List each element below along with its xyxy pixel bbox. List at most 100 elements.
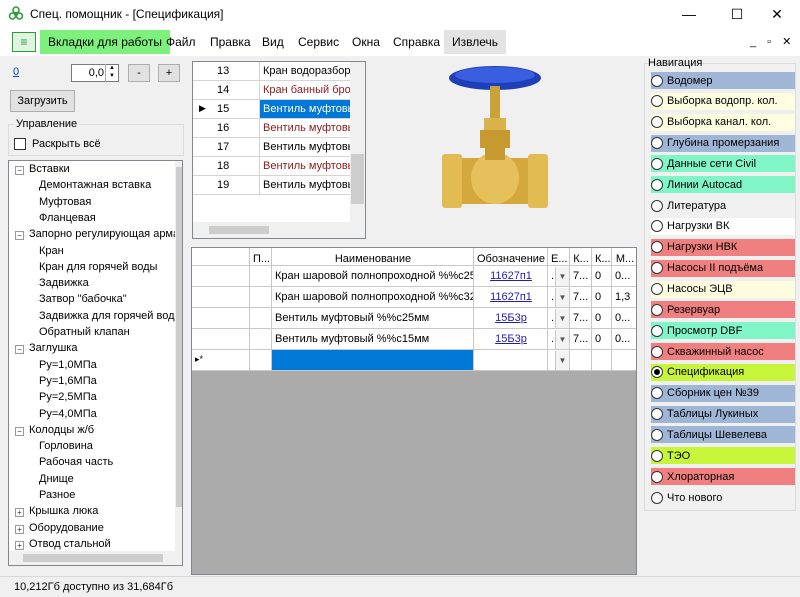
zero-link[interactable]: 0 [13,66,19,78]
grid-row-header[interactable] [192,329,250,350]
grid-column-header[interactable]: Обозначение [474,248,548,266]
item-list-grid[interactable]: 13 Кран водоразборный 14 Кран банный бронзо… [192,61,366,239]
grid-cell-code-link[interactable]: 11627п1 [474,266,548,287]
list-row[interactable]: 19 Вентиль муфтовый [193,176,351,195]
mdi-window-controls[interactable]: _ ▫ ✕ [750,35,795,48]
expand-all-label[interactable]: Раскрыть всё [32,138,101,150]
menu-view[interactable]: Вид [262,30,284,54]
catalog-tree[interactable]: − Вставки Демонтажная вставка Муфтовая Фланц… [8,160,183,566]
numeric-spinner[interactable]: ▲ ▼ [105,64,118,82]
grid-cell-code-link[interactable]: 11627п1 [474,287,548,308]
nav-item[interactable]: Нагрузки НВК [651,238,795,256]
row-name[interactable]: Вентиль муфтовый [259,157,351,175]
row-name[interactable]: Вентиль муфтовый [259,176,351,194]
grid-cell-name[interactable]: Вентиль муфтовый %%с15мм [272,329,474,350]
nav-radio[interactable] [651,283,663,295]
chevron-down-icon[interactable]: ▼ [555,330,569,349]
list-row[interactable]: 18 Вентиль муфтовый [193,157,351,176]
specification-grid[interactable]: П... Наименование Обозначение Е... К... К... М… [191,247,637,575]
nav-item[interactable]: Выборка канал. кол. [651,113,795,131]
load-button[interactable]: Загрузить [10,90,75,112]
tree-node[interactable]: Кран [39,245,64,257]
tree-node[interactable]: Отвод стальной [29,538,111,550]
nav-item[interactable]: Линии Autocad [651,176,795,194]
tree-expander[interactable]: + [15,524,24,534]
tree-node[interactable]: Муфтовая [39,196,91,208]
grid-new-row-header[interactable]: ▸* [192,350,250,371]
grid-new-cell-selected[interactable] [272,350,474,371]
nav-item[interactable]: Выборка водопр. кол. [651,92,795,110]
nav-item[interactable]: Таблицы Лукиных [651,405,795,423]
nav-item[interactable]: Насосы ЭЦВ [651,280,795,298]
nav-radio[interactable] [651,387,663,400]
grid-column-header[interactable]: П... [250,248,272,266]
nav-radio[interactable] [651,262,663,275]
nav-radio[interactable] [651,345,663,358]
tree-node[interactable]: Горловина [39,440,93,452]
chevron-down-icon[interactable]: ▼ [555,267,569,286]
grid-new-cell[interactable] [570,350,592,371]
list-row[interactable]: 13 Кран водоразборный [193,62,351,81]
menu-help[interactable]: Справка [393,30,440,54]
nav-radio[interactable] [651,470,663,483]
nav-item[interactable]: Что нового [651,489,795,506]
nav-radio[interactable] [651,137,663,150]
list-row[interactable]: 17 Вентиль муфтовый [193,138,351,157]
nav-item[interactable]: Насосы II подъёма [651,259,795,277]
grid-cell-name[interactable]: Вентиль муфтовый %%с25мм [272,308,474,329]
nav-radio[interactable] [651,241,663,254]
nav-radio[interactable] [651,157,663,170]
tree-expander[interactable]: + [15,540,24,550]
tree-node[interactable]: Вставки [29,163,70,175]
tree-node[interactable]: Колодцы ж/б [29,424,94,436]
grid-cell-p[interactable] [250,308,272,329]
menu-file[interactable]: Файл [166,30,196,54]
tree-node[interactable]: Ру=4,0МПа [39,408,97,420]
tree-expander[interactable]: − [15,166,24,175]
row-name[interactable]: Вентиль муфтовый [259,138,351,156]
plus-button[interactable]: + [158,64,180,82]
grid-row-header[interactable] [192,287,250,308]
nav-radio[interactable] [651,303,663,316]
menu-extract[interactable]: Извлечь [444,30,507,54]
tree-node[interactable]: Задвижка [39,277,89,289]
tree-node[interactable]: Демонтажная вставка [39,179,151,191]
grid-cell-k1[interactable]: 7... [570,329,592,350]
grid-cell-mass[interactable]: 0... [612,308,636,329]
grid-row-header[interactable] [192,266,250,287]
nav-radio[interactable] [651,116,663,129]
close-button[interactable]: ✕ [754,0,800,28]
grid-column-header[interactable]: Е... [548,248,570,266]
tree-node[interactable]: Запорно регулирующая арматура [29,228,182,240]
tree-node[interactable]: Рабочая часть [39,456,113,468]
grid-cell-name[interactable]: Кран шаровой полнопроходной %%с25м... [272,266,474,287]
grid-cell-code-link[interactable]: 15Б3р [474,308,548,329]
nav-item[interactable]: ТЭО [651,447,795,465]
grid-cell-k2[interactable]: 0 [592,329,612,350]
grid-new-cell[interactable] [612,350,636,371]
expand-all-checkbox[interactable] [14,138,26,150]
tree-node[interactable]: Заглушка [29,342,77,354]
row-name[interactable]: Вентиль муфтовый [259,119,351,137]
grid-new-cell[interactable] [474,350,548,371]
tree-node[interactable]: Разное [39,489,75,501]
grid-cell-mass[interactable]: 0... [612,266,636,287]
sheet-icon[interactable]: ≡ [12,32,36,52]
row-name[interactable]: Кран банный бронзовый [259,81,351,99]
grid-cell-k2[interactable]: 0 [592,308,612,329]
list-row[interactable]: 16 Вентиль муфтовый [193,119,351,138]
grid-cell-p[interactable] [250,329,272,350]
tree-node[interactable]: Ру=1,0МПа [39,359,97,371]
list-row[interactable]: ▶ 15 Вентиль муфтовый [193,100,351,119]
tree-expander[interactable]: + [15,508,24,518]
grid-row-header[interactable] [192,308,250,329]
menu-edit[interactable]: Правка [210,30,251,54]
grid-new-cell[interactable] [592,350,612,371]
nav-item[interactable]: Резервуар [651,301,795,319]
chevron-down-icon[interactable]: ▼ [555,288,569,307]
tree-node[interactable]: Ру=1,6МПа [39,375,97,387]
nav-radio[interactable] [651,199,663,212]
nav-item[interactable]: Глубина промерзания [651,134,795,152]
nav-item[interactable]: Просмотр DBF [651,322,795,340]
grid-cell-k1[interactable]: 7... [570,308,592,329]
